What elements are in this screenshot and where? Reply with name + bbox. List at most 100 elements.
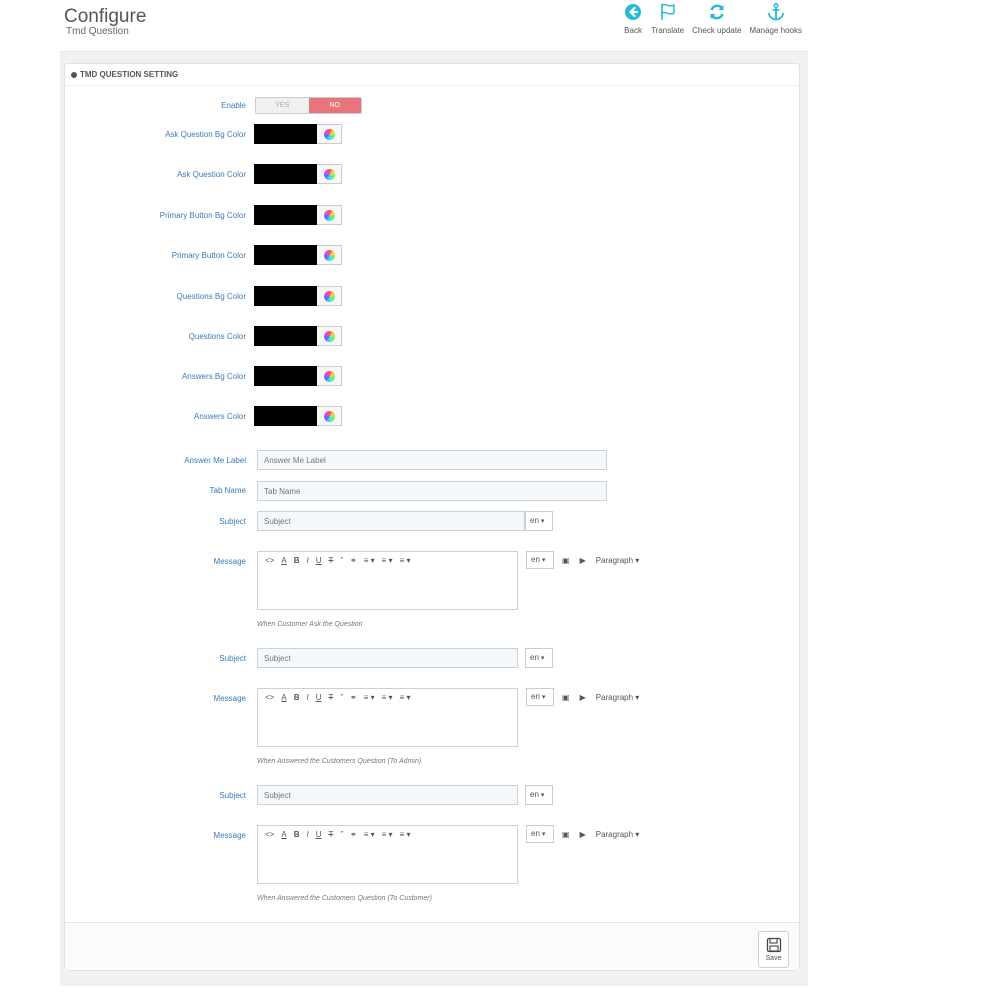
enable-yes-option[interactable]: YES [256, 98, 309, 113]
color-wheel-icon [323, 330, 335, 342]
paragraph-format-select[interactable]: Paragraph ▾ [596, 830, 640, 839]
enable-switch[interactable]: YES NO [255, 97, 362, 114]
caret-down-icon: ▾ [539, 831, 546, 838]
font-color-icon[interactable]: A [281, 693, 286, 702]
color-wheel-icon [323, 370, 335, 382]
color-picker-button[interactable] [317, 366, 342, 386]
bold-icon[interactable]: B [294, 693, 300, 702]
link-icon[interactable]: ⚭ [350, 693, 357, 702]
color-value-field[interactable] [254, 164, 317, 184]
blockquote-icon[interactable]: ” [340, 556, 343, 565]
blockquote-icon[interactable]: ” [340, 830, 343, 839]
editor-extra-tools: ▣ ▶ Paragraph ▾ [562, 824, 649, 844]
panel-heading: TMD QUESTION SETTING [65, 64, 799, 86]
enable-no-option[interactable]: NO [308, 98, 361, 113]
subject-input[interactable] [257, 648, 518, 668]
align-icon[interactable]: ≡ ▾ [364, 556, 375, 565]
editor-language-select[interactable]: en ▾ [526, 825, 554, 843]
color-value-field[interactable] [254, 366, 317, 386]
color-value-field[interactable] [254, 286, 317, 306]
caret-down-icon: ▾ [633, 692, 640, 702]
color-wheel-icon [323, 410, 335, 422]
color-value-field[interactable] [254, 124, 317, 144]
color-picker-button[interactable] [317, 326, 342, 346]
code-view-icon[interactable]: <> [265, 556, 274, 565]
strikethrough-icon[interactable]: T [328, 693, 333, 702]
underline-icon[interactable]: U [316, 693, 322, 702]
check-update-button[interactable]: Check update [692, 0, 742, 35]
back-button[interactable]: Back [623, 0, 643, 35]
color-picker-button[interactable] [317, 164, 342, 184]
link-icon[interactable]: ⚭ [350, 556, 357, 565]
link-icon[interactable]: ⚭ [350, 830, 357, 839]
font-color-icon[interactable]: A [281, 556, 286, 565]
subject-language-select[interactable]: en ▾ [525, 511, 553, 531]
color-value-field[interactable] [254, 406, 317, 426]
color-picker-button[interactable] [317, 205, 342, 225]
panel-title: TMD QUESTION SETTING [80, 70, 179, 79]
editor-language-select[interactable]: en ▾ [526, 551, 554, 569]
answer-me-label-input[interactable] [257, 450, 607, 470]
message-editor[interactable]: <> A B I U T ” ⚭ ≡ ▾ ≡ ▾ ≡ ▾ [257, 825, 518, 884]
bold-icon[interactable]: B [294, 556, 300, 565]
tab-name-label: Tab Name [209, 486, 246, 495]
color-picker-button[interactable] [317, 286, 342, 306]
underline-icon[interactable]: U [316, 556, 322, 565]
image-icon[interactable]: ▣ [562, 830, 570, 839]
color-label: Answers Color [193, 412, 246, 421]
align-icon[interactable]: ≡ ▾ [364, 830, 375, 839]
ordered-list-icon[interactable]: ≡ ▾ [400, 830, 411, 839]
blockquote-icon[interactable]: ” [340, 693, 343, 702]
unordered-list-icon[interactable]: ≡ ▾ [382, 830, 393, 839]
strikethrough-icon[interactable]: T [328, 556, 333, 565]
media-icon[interactable]: ▶ [580, 556, 586, 565]
subject-input[interactable] [257, 511, 525, 531]
color-label: Primary Button Bg Color [159, 211, 246, 220]
color-wheel-icon [323, 290, 335, 302]
manage-hooks-button[interactable]: Manage hooks [750, 0, 802, 35]
italic-icon[interactable]: I [306, 556, 308, 565]
align-icon[interactable]: ≡ ▾ [364, 693, 375, 702]
editor-language-select[interactable]: en ▾ [526, 688, 554, 706]
save-button[interactable]: Save [758, 931, 789, 968]
tab-name-input[interactable] [257, 481, 607, 501]
paragraph-format-select[interactable]: Paragraph ▾ [596, 556, 640, 565]
color-picker-button[interactable] [317, 245, 342, 265]
code-view-icon[interactable]: <> [265, 693, 274, 702]
subject-language-select[interactable]: en ▾ [525, 648, 553, 668]
color-label: Questions Color [188, 332, 246, 341]
unordered-list-icon[interactable]: ≡ ▾ [382, 556, 393, 565]
font-color-icon[interactable]: A [281, 830, 286, 839]
color-wheel-icon [323, 209, 335, 221]
editor-extra-tools: ▣ ▶ Paragraph ▾ [562, 687, 649, 707]
color-value-field[interactable] [254, 245, 317, 265]
media-icon[interactable]: ▶ [580, 693, 586, 702]
italic-icon[interactable]: I [306, 830, 308, 839]
paragraph-format-select[interactable]: Paragraph ▾ [596, 693, 640, 702]
color-picker-button[interactable] [317, 124, 342, 144]
color-value-field[interactable] [254, 326, 317, 346]
underline-icon[interactable]: U [316, 830, 322, 839]
subject-language-select[interactable]: en ▾ [525, 785, 553, 805]
color-value-field[interactable] [254, 205, 317, 225]
image-icon[interactable]: ▣ [562, 556, 570, 565]
subject-input[interactable] [257, 785, 518, 805]
color-label: Primary Button Color [171, 251, 246, 260]
caret-down-icon: ▾ [538, 655, 545, 662]
color-label: Answers Bg Color [181, 372, 246, 381]
bold-icon[interactable]: B [294, 830, 300, 839]
ordered-list-icon[interactable]: ≡ ▾ [400, 693, 411, 702]
translate-button[interactable]: Translate [651, 0, 684, 35]
help-text: When Customer Ask the Question [257, 621, 363, 628]
color-picker-button[interactable] [317, 406, 342, 426]
message-editor[interactable]: <> A B I U T ” ⚭ ≡ ▾ ≡ ▾ ≡ ▾ [257, 688, 518, 747]
image-icon[interactable]: ▣ [562, 693, 570, 702]
ordered-list-icon[interactable]: ≡ ▾ [400, 556, 411, 565]
media-icon[interactable]: ▶ [580, 830, 586, 839]
strikethrough-icon[interactable]: T [328, 830, 333, 839]
code-view-icon[interactable]: <> [265, 830, 274, 839]
message-editor[interactable]: <> A B I U T ” ⚭ ≡ ▾ ≡ ▾ ≡ ▾ [257, 551, 518, 610]
italic-icon[interactable]: I [306, 693, 308, 702]
editor-toolbar: <> A B I U T ” ⚭ ≡ ▾ ≡ ▾ ≡ ▾ [258, 552, 519, 569]
unordered-list-icon[interactable]: ≡ ▾ [382, 693, 393, 702]
